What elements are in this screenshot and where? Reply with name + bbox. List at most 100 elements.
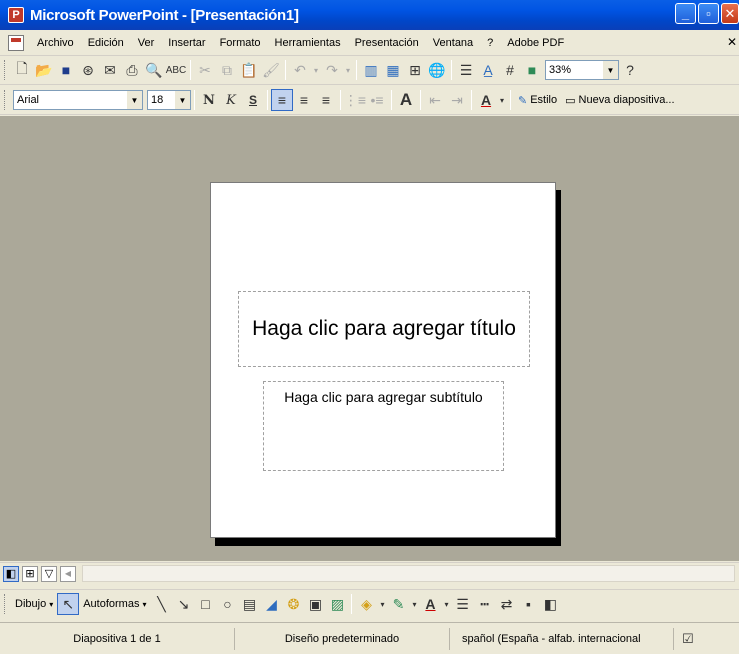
redo-dropdown-icon[interactable]: ▾: [343, 59, 353, 81]
menu-ventana[interactable]: Ventana: [426, 37, 480, 49]
increase-font-icon[interactable]: A: [395, 89, 417, 111]
align-right-icon[interactable]: ≡: [315, 89, 337, 111]
document-icon[interactable]: [8, 34, 24, 51]
redo-icon[interactable]: ↷: [321, 59, 343, 81]
font-color-icon[interactable]: A: [475, 89, 497, 111]
diagram-icon[interactable]: ❂: [282, 593, 304, 615]
spelling-status-icon[interactable]: ☑: [682, 631, 694, 647]
font-size-select[interactable]: 18 ▼: [147, 90, 191, 110]
undo-dropdown-icon[interactable]: ▾: [311, 59, 321, 81]
line-color-dropdown-icon[interactable]: ▾: [409, 593, 419, 615]
slideshow-view-icon[interactable]: ▽: [41, 565, 57, 582]
arrow-icon[interactable]: ↘: [172, 593, 194, 615]
text-box-icon[interactable]: ▤: [238, 593, 260, 615]
toolbar-grip[interactable]: [4, 90, 7, 110]
zoom-select[interactable]: 33% ▼: [545, 60, 619, 80]
paste-icon[interactable]: 📋: [238, 59, 260, 81]
3d-style-icon[interactable]: ◧: [539, 593, 561, 615]
spelling-icon[interactable]: ABC: [165, 59, 187, 81]
drawing-toolbar: Dibujo ▾ ↖ Autoformas ▾ ╲ ↘ □ ○ ▤ ◢ ❂ ▣ …: [0, 589, 739, 618]
status-design: Diseño predeterminado: [235, 627, 450, 650]
tables-borders-icon[interactable]: ⊞: [404, 59, 426, 81]
permission-icon[interactable]: ⊛: [77, 59, 99, 81]
bold-button[interactable]: N: [198, 89, 220, 111]
line-style-icon[interactable]: ☰: [451, 593, 473, 615]
italic-button[interactable]: K: [220, 89, 242, 111]
shadow-style-icon[interactable]: ▪: [517, 593, 539, 615]
menu-ver[interactable]: Ver: [131, 37, 162, 49]
open-icon[interactable]: 📂: [33, 59, 55, 81]
font-color-dropdown-icon[interactable]: ▾: [497, 89, 507, 111]
toolbar-grip[interactable]: [4, 594, 7, 614]
menu-herramientas[interactable]: Herramientas: [268, 37, 348, 49]
align-left-icon[interactable]: ≡: [271, 89, 293, 111]
font-size-value: 18: [151, 94, 164, 106]
menu-presentacion[interactable]: Presentación: [348, 37, 426, 49]
print-preview-icon[interactable]: 🔍: [143, 59, 165, 81]
show-formatting-icon[interactable]: A̲: [477, 59, 499, 81]
menu-adobe-pdf[interactable]: Adobe PDF: [500, 37, 571, 49]
new-icon[interactable]: 🗋: [11, 59, 33, 81]
copy-icon[interactable]: ⧉: [216, 59, 238, 81]
print-icon[interactable]: ⎙: [121, 59, 143, 81]
scroll-left-icon[interactable]: ◀: [60, 565, 76, 582]
minimize-button[interactable]: _: [675, 3, 696, 24]
menu-insertar[interactable]: Insertar: [161, 37, 212, 49]
help-icon[interactable]: ?: [619, 59, 641, 81]
chevron-down-icon[interactable]: ▼: [127, 91, 142, 109]
close-button[interactable]: ✕: [721, 3, 739, 24]
clip-art-icon[interactable]: ▣: [304, 593, 326, 615]
rectangle-icon[interactable]: □: [194, 593, 216, 615]
undo-icon[interactable]: ↶: [289, 59, 311, 81]
fill-color-icon[interactable]: ◈: [355, 593, 377, 615]
save-icon[interactable]: ■: [55, 59, 77, 81]
normal-view-icon[interactable]: ◧: [3, 565, 19, 582]
menu-formato[interactable]: Formato: [213, 37, 268, 49]
menu-bar: Archivo Edición Ver Insertar Formato Her…: [0, 30, 739, 56]
powerpoint-icon[interactable]: P: [8, 7, 24, 23]
bullets-icon[interactable]: •≡: [366, 89, 388, 111]
font-color-draw-dropdown-icon[interactable]: ▾: [441, 593, 451, 615]
restore-button[interactable]: ▫: [698, 3, 719, 24]
line-icon[interactable]: ╲: [150, 593, 172, 615]
insert-hyperlink-icon[interactable]: 🌐: [426, 59, 448, 81]
color-grayscale-icon[interactable]: ■: [521, 59, 543, 81]
menu-edicion[interactable]: Edición: [81, 37, 131, 49]
line-color-icon[interactable]: ✎: [387, 593, 409, 615]
menu-archivo[interactable]: Archivo: [30, 37, 81, 49]
oval-icon[interactable]: ○: [216, 593, 238, 615]
font-color-draw-icon[interactable]: A: [419, 593, 441, 615]
horizontal-scrollbar[interactable]: [82, 565, 735, 582]
format-painter-icon[interactable]: 🖌: [260, 59, 282, 81]
email-icon[interactable]: ✉: [99, 59, 121, 81]
shadow-button[interactable]: S: [242, 89, 264, 111]
autoshapes-button[interactable]: Autoformas ▾: [79, 598, 150, 610]
new-slide-button[interactable]: ▭ Nueva diapositiva...: [561, 94, 678, 107]
subtitle-placeholder[interactable]: Haga clic para agregar subtítulo: [263, 381, 504, 471]
expand-all-icon[interactable]: ☰: [455, 59, 477, 81]
fill-color-dropdown-icon[interactable]: ▾: [377, 593, 387, 615]
wordart-icon[interactable]: ◢: [260, 593, 282, 615]
dash-style-icon[interactable]: ┅: [473, 593, 495, 615]
arrow-style-icon[interactable]: ⇄: [495, 593, 517, 615]
cut-icon[interactable]: ✂: [194, 59, 216, 81]
chevron-down-icon[interactable]: ▼: [603, 61, 618, 79]
align-center-icon[interactable]: ≡: [293, 89, 315, 111]
select-pointer-icon[interactable]: ↖: [57, 593, 80, 615]
insert-table-icon[interactable]: ▦: [382, 59, 404, 81]
decrease-indent-icon[interactable]: ⇤: [424, 89, 446, 111]
title-placeholder[interactable]: Haga clic para agregar título: [238, 291, 530, 367]
increase-indent-icon[interactable]: ⇥: [446, 89, 468, 111]
document-close-icon[interactable]: ✕: [727, 35, 737, 49]
menu-help[interactable]: ?: [480, 37, 500, 49]
toolbar-grip[interactable]: [4, 60, 7, 80]
style-button[interactable]: ✎ Estilo: [514, 94, 561, 107]
font-name-select[interactable]: Arial ▼: [13, 90, 143, 110]
chevron-down-icon[interactable]: ▼: [175, 91, 190, 109]
insert-chart-icon[interactable]: ▥: [360, 59, 382, 81]
numbering-icon[interactable]: ⋮≡: [344, 89, 366, 111]
insert-picture-icon[interactable]: ▨: [326, 593, 348, 615]
show-grid-icon[interactable]: #: [499, 59, 521, 81]
slide-sorter-view-icon[interactable]: ⊞: [22, 565, 38, 582]
draw-menu-button[interactable]: Dibujo ▾: [11, 598, 57, 610]
